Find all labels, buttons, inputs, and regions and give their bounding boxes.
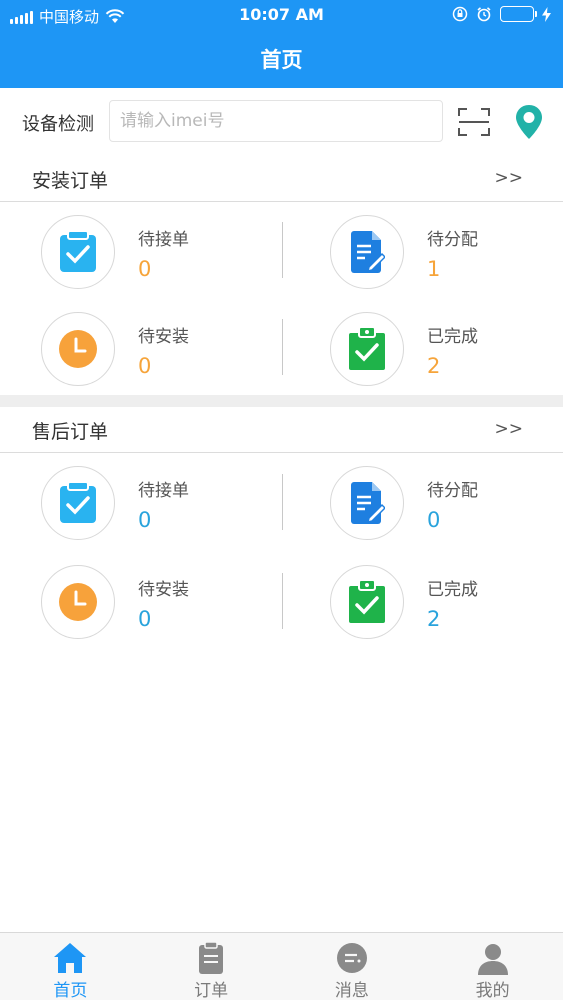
after-sale-orders-grid: 待接单 0 待分配 0 待安装 0 已完成 2 — [0, 453, 563, 651]
charging-icon — [542, 6, 551, 22]
item-count: 0 — [138, 508, 152, 532]
after-sale-completed-item[interactable]: 已完成 2 — [330, 565, 563, 655]
install-pending-accept-item[interactable]: 待接单 0 — [41, 215, 301, 305]
message-icon — [336, 943, 367, 973]
scan-icon[interactable] — [458, 108, 490, 136]
item-label: 待接单 — [138, 230, 189, 250]
status-bar: 中国移动 10:07 AM — [0, 0, 563, 30]
alarm-icon — [477, 7, 491, 22]
icon-circle — [41, 215, 115, 289]
tab-home[interactable]: 首页 — [0, 933, 141, 1000]
install-orders-grid: 待接单 0 待分配 1 待安装 0 已完成 2 — [0, 202, 563, 400]
item-count: 1 — [427, 257, 441, 281]
document-edit-icon — [351, 231, 385, 273]
rotation-lock-icon — [452, 6, 468, 22]
tab-label: 消息 — [334, 981, 369, 1000]
tab-messages[interactable]: 消息 — [282, 933, 423, 1000]
item-count: 2 — [427, 607, 441, 631]
install-orders-title: 安装订单 — [32, 170, 109, 192]
install-pending-install-item[interactable]: 待安装 0 — [41, 312, 301, 402]
item-label: 待分配 — [427, 230, 478, 250]
icon-circle — [330, 466, 404, 540]
item-label: 待接单 — [138, 481, 189, 501]
device-check-label: 设备检测 — [22, 114, 94, 135]
install-orders-more-link[interactable]: >> — [495, 168, 524, 188]
item-count: 2 — [427, 354, 441, 378]
install-pending-assign-item[interactable]: 待分配 1 — [330, 215, 563, 305]
icon-circle — [41, 312, 115, 386]
install-orders-section: 安装订单 >> 待接单 0 待分配 1 待安装 0 已完成 2 — [0, 154, 563, 400]
tab-bar: 首页 订单 消息 我的 — [0, 932, 563, 1000]
install-orders-header: 安装订单 >> — [0, 154, 563, 202]
clipboard-check-icon — [60, 482, 96, 523]
icon-circle — [41, 466, 115, 540]
item-label: 已完成 — [427, 327, 478, 347]
item-count: 0 — [138, 607, 152, 631]
icon-circle — [330, 312, 404, 386]
after-sale-pending-assign-item[interactable]: 待分配 0 — [330, 466, 563, 556]
document-edit-icon — [351, 482, 385, 524]
icon-circle — [41, 565, 115, 639]
item-label: 待安装 — [138, 580, 189, 600]
location-pin-icon[interactable] — [514, 104, 544, 140]
user-icon — [477, 944, 508, 975]
tab-profile[interactable]: 我的 — [422, 933, 563, 1000]
after-sale-pending-install-item[interactable]: 待安装 0 — [41, 565, 301, 655]
item-label: 已完成 — [427, 580, 478, 600]
item-count: 0 — [427, 508, 441, 532]
tab-label: 首页 — [53, 981, 88, 1000]
order-icon — [199, 941, 224, 974]
icon-circle — [330, 215, 404, 289]
imei-input[interactable] — [109, 100, 443, 142]
icon-circle — [330, 565, 404, 639]
item-count: 0 — [138, 257, 152, 281]
battery-icon — [500, 6, 537, 22]
item-count: 0 — [138, 354, 152, 378]
after-sale-orders-header: 售后订单 >> — [0, 405, 563, 453]
device-check-row: 设备检测 — [0, 88, 563, 154]
item-label: 待分配 — [427, 481, 478, 501]
clipboard-check-icon — [60, 231, 96, 272]
clipboard-done-icon — [349, 327, 385, 370]
tab-label: 我的 — [475, 981, 510, 1000]
after-sale-orders-section: 售后订单 >> 待接单 0 待分配 0 待安装 0 已完成 2 — [0, 405, 563, 651]
install-completed-item[interactable]: 已完成 2 — [330, 312, 563, 402]
home-icon — [54, 943, 87, 973]
item-label: 待安装 — [138, 327, 189, 347]
tab-label: 订单 — [194, 981, 229, 1000]
after-sale-orders-title: 售后订单 — [32, 421, 109, 443]
after-sale-pending-accept-item[interactable]: 待接单 0 — [41, 466, 301, 556]
tab-orders[interactable]: 订单 — [141, 933, 282, 1000]
top-bar: 中国移动 10:07 AM 首页 — [0, 0, 563, 88]
status-right — [452, 6, 551, 22]
app-root: 中国移动 10:07 AM 首页 设备检测 请输入imei号 安装订单 >> 待… — [0, 0, 563, 1000]
page-title: 首页 — [260, 48, 303, 72]
clipboard-done-icon — [349, 580, 385, 623]
after-sale-orders-more-link[interactable]: >> — [495, 419, 524, 439]
clock-icon — [59, 583, 97, 621]
clock-icon — [59, 330, 97, 368]
